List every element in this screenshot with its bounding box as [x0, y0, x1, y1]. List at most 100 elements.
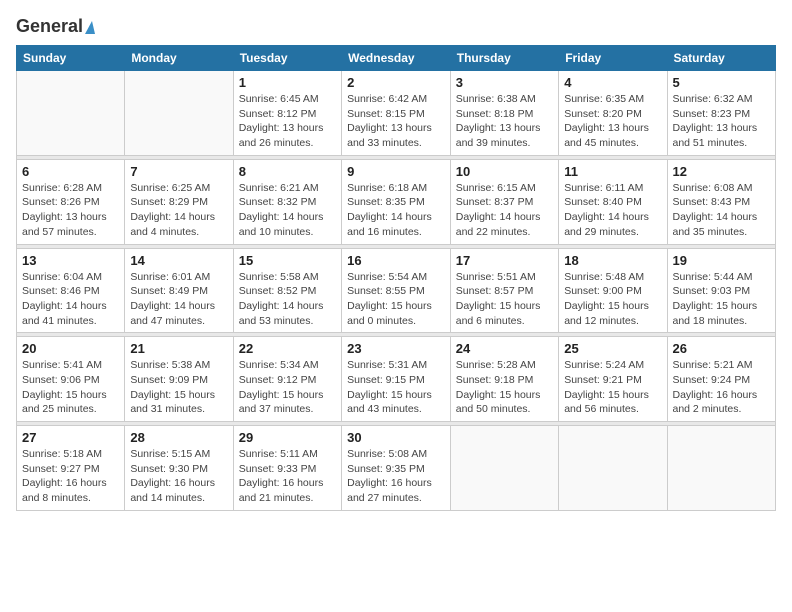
calendar-day-cell: 13 Sunrise: 6:04 AM Sunset: 8:46 PM Dayli… [17, 248, 125, 333]
calendar-day-cell: 25 Sunrise: 5:24 AM Sunset: 9:21 PM Dayli… [559, 337, 667, 422]
day-number: 25 [564, 341, 661, 356]
day-number: 12 [673, 164, 771, 179]
day-info: Sunrise: 5:28 AM Sunset: 9:18 PM Dayligh… [456, 358, 553, 417]
calendar-day-cell: 12 Sunrise: 6:08 AM Sunset: 8:43 PM Dayli… [667, 159, 776, 244]
calendar-day-cell: 10Sunrise: 6:15 AM Sunset: 8:37 PM Dayli… [450, 159, 558, 244]
day-number: 2 [347, 75, 445, 90]
day-info: Sunrise: 6:01 AM Sunset: 8:49 PM Dayligh… [130, 270, 227, 329]
calendar-day-cell: 22 Sunrise: 5:34 AM Sunset: 9:12 PM Dayli… [233, 337, 341, 422]
weekday-header: Monday [125, 46, 233, 71]
day-number: 30 [347, 430, 445, 445]
calendar-day-cell: 21 Sunrise: 5:38 AM Sunset: 9:09 PM Dayli… [125, 337, 233, 422]
day-number: 1 [239, 75, 336, 90]
calendar-week-row: 6 Sunrise: 6:28 AM Sunset: 8:26 PM Daylig… [17, 159, 776, 244]
day-info: Sunrise: 5:34 AM Sunset: 9:12 PM Dayligh… [239, 358, 336, 417]
day-number: 22 [239, 341, 336, 356]
calendar-day-cell: 19 Sunrise: 5:44 AM Sunset: 9:03 PM Dayli… [667, 248, 776, 333]
calendar-day-cell: 26Sunrise: 5:21 AM Sunset: 9:24 PM Dayli… [667, 337, 776, 422]
day-info: Sunrise: 6:28 AM Sunset: 8:26 PM Dayligh… [22, 181, 119, 240]
calendar-day-cell: 14 Sunrise: 6:01 AM Sunset: 8:49 PM Dayli… [125, 248, 233, 333]
day-info: Sunrise: 5:24 AM Sunset: 9:21 PM Dayligh… [564, 358, 661, 417]
calendar-day-cell: 18 Sunrise: 5:48 AM Sunset: 9:00 PM Dayli… [559, 248, 667, 333]
calendar-day-cell: 30 Sunrise: 5:08 AM Sunset: 9:35 PM Dayli… [342, 426, 451, 511]
calendar-header-row: SundayMondayTuesdayWednesdayThursdayFrid… [17, 46, 776, 71]
calendar-day-cell: 4 Sunrise: 6:35 AM Sunset: 8:20 PM Daylig… [559, 71, 667, 156]
day-info: Sunrise: 6:42 AM Sunset: 8:15 PM Dayligh… [347, 92, 445, 151]
day-info: Sunrise: 5:51 AM Sunset: 8:57 PM Dayligh… [456, 270, 553, 329]
day-info: Sunrise: 5:38 AM Sunset: 9:09 PM Dayligh… [130, 358, 227, 417]
day-number: 29 [239, 430, 336, 445]
calendar-day-cell: 16 Sunrise: 5:54 AM Sunset: 8:55 PM Dayli… [342, 248, 451, 333]
calendar-day-cell: 8 Sunrise: 6:21 AM Sunset: 8:32 PM Daylig… [233, 159, 341, 244]
calendar-day-cell: 9 Sunrise: 6:18 AM Sunset: 8:35 PM Daylig… [342, 159, 451, 244]
day-number: 27 [22, 430, 119, 445]
day-number: 11 [564, 164, 661, 179]
calendar-week-row: 20 Sunrise: 5:41 AM Sunset: 9:06 PM Dayli… [17, 337, 776, 422]
calendar-week-row: 27 Sunrise: 5:18 AM Sunset: 9:27 PM Dayli… [17, 426, 776, 511]
day-number: 13 [22, 253, 119, 268]
calendar-day-cell: 24 Sunrise: 5:28 AM Sunset: 9:18 PM Dayli… [450, 337, 558, 422]
day-info: Sunrise: 5:31 AM Sunset: 9:15 PM Dayligh… [347, 358, 445, 417]
day-info: Sunrise: 5:44 AM Sunset: 9:03 PM Dayligh… [673, 270, 771, 329]
day-info: Sunrise: 6:32 AM Sunset: 8:23 PM Dayligh… [673, 92, 771, 151]
day-number: 26 [673, 341, 771, 356]
day-info: Sunrise: 5:41 AM Sunset: 9:06 PM Dayligh… [22, 358, 119, 417]
day-info: Sunrise: 6:35 AM Sunset: 8:20 PM Dayligh… [564, 92, 661, 151]
day-info: Sunrise: 6:21 AM Sunset: 8:32 PM Dayligh… [239, 181, 336, 240]
weekday-header: Friday [559, 46, 667, 71]
day-number: 8 [239, 164, 336, 179]
calendar-week-row: 13 Sunrise: 6:04 AM Sunset: 8:46 PM Dayli… [17, 248, 776, 333]
day-info: Sunrise: 6:38 AM Sunset: 8:18 PM Dayligh… [456, 92, 553, 151]
calendar-day-cell: 1Sunrise: 6:45 AM Sunset: 8:12 PM Daylig… [233, 71, 341, 156]
weekday-header: Sunday [17, 46, 125, 71]
day-info: Sunrise: 6:25 AM Sunset: 8:29 PM Dayligh… [130, 181, 227, 240]
day-info: Sunrise: 6:15 AM Sunset: 8:37 PM Dayligh… [456, 181, 553, 240]
day-number: 21 [130, 341, 227, 356]
calendar: SundayMondayTuesdayWednesdayThursdayFrid… [16, 45, 776, 511]
calendar-day-cell [559, 426, 667, 511]
logo-general: General [16, 16, 95, 37]
day-info: Sunrise: 6:18 AM Sunset: 8:35 PM Dayligh… [347, 181, 445, 240]
logo: General [16, 16, 95, 37]
day-number: 18 [564, 253, 661, 268]
day-number: 3 [456, 75, 553, 90]
day-number: 19 [673, 253, 771, 268]
day-number: 24 [456, 341, 553, 356]
calendar-body: 1Sunrise: 6:45 AM Sunset: 8:12 PM Daylig… [17, 71, 776, 511]
calendar-day-cell: 28Sunrise: 5:15 AM Sunset: 9:30 PM Dayli… [125, 426, 233, 511]
day-number: 16 [347, 253, 445, 268]
calendar-day-cell: 17 Sunrise: 5:51 AM Sunset: 8:57 PM Dayli… [450, 248, 558, 333]
day-info: Sunrise: 6:08 AM Sunset: 8:43 PM Dayligh… [673, 181, 771, 240]
calendar-day-cell: 2 Sunrise: 6:42 AM Sunset: 8:15 PM Daylig… [342, 71, 451, 156]
calendar-day-cell [667, 426, 776, 511]
day-number: 15 [239, 253, 336, 268]
weekday-header: Wednesday [342, 46, 451, 71]
calendar-day-cell: 29 Sunrise: 5:11 AM Sunset: 9:33 PM Dayli… [233, 426, 341, 511]
calendar-day-cell: 3 Sunrise: 6:38 AM Sunset: 8:18 PM Daylig… [450, 71, 558, 156]
day-number: 14 [130, 253, 227, 268]
day-info: Sunrise: 5:18 AM Sunset: 9:27 PM Dayligh… [22, 447, 119, 506]
calendar-day-cell [125, 71, 233, 156]
day-number: 20 [22, 341, 119, 356]
day-number: 7 [130, 164, 227, 179]
day-info: Sunrise: 5:48 AM Sunset: 9:00 PM Dayligh… [564, 270, 661, 329]
weekday-header: Saturday [667, 46, 776, 71]
calendar-day-cell: 20 Sunrise: 5:41 AM Sunset: 9:06 PM Dayli… [17, 337, 125, 422]
day-number: 23 [347, 341, 445, 356]
day-number: 4 [564, 75, 661, 90]
day-info: Sunrise: 5:54 AM Sunset: 8:55 PM Dayligh… [347, 270, 445, 329]
day-number: 9 [347, 164, 445, 179]
day-info: Sunrise: 6:11 AM Sunset: 8:40 PM Dayligh… [564, 181, 661, 240]
weekday-header: Thursday [450, 46, 558, 71]
header: General [16, 16, 776, 37]
day-number: 17 [456, 253, 553, 268]
calendar-week-row: 1Sunrise: 6:45 AM Sunset: 8:12 PM Daylig… [17, 71, 776, 156]
weekday-header: Tuesday [233, 46, 341, 71]
calendar-day-cell: 6 Sunrise: 6:28 AM Sunset: 8:26 PM Daylig… [17, 159, 125, 244]
day-number: 6 [22, 164, 119, 179]
calendar-day-cell [450, 426, 558, 511]
day-info: Sunrise: 5:08 AM Sunset: 9:35 PM Dayligh… [347, 447, 445, 506]
calendar-day-cell: 15Sunrise: 5:58 AM Sunset: 8:52 PM Dayli… [233, 248, 341, 333]
day-info: Sunrise: 5:11 AM Sunset: 9:33 PM Dayligh… [239, 447, 336, 506]
day-info: Sunrise: 6:04 AM Sunset: 8:46 PM Dayligh… [22, 270, 119, 329]
